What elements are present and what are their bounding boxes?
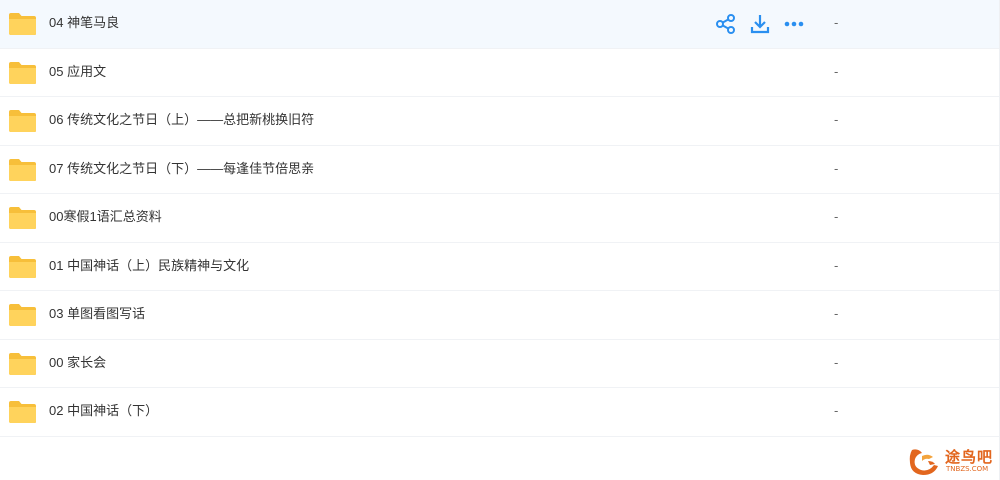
file-name[interactable]: 01 中国神话（上）民族精神与文化 [49, 258, 249, 274]
more-icon[interactable] [783, 13, 805, 35]
file-size: - [834, 354, 839, 370]
file-list: 04 神笔马良 - 05 应用文 - 06 传统文化之节日（上）——总把新桃换旧… [0, 0, 1000, 437]
file-name[interactable]: 05 应用文 [49, 64, 106, 80]
file-name[interactable]: 06 传统文化之节日（上）——总把新桃换旧符 [49, 112, 314, 128]
file-row[interactable]: 04 神笔马良 - [0, 0, 1000, 49]
file-size: - [834, 306, 839, 321]
file-name[interactable]: 00寒假1语汇总资料 [49, 209, 162, 225]
folder-icon [9, 401, 36, 423]
file-size: - [834, 209, 839, 224]
file-size: - [834, 112, 839, 127]
file-name[interactable]: 04 神笔马良 [49, 15, 119, 31]
folder-icon [9, 207, 36, 229]
watermark-domain: TNBZS.COM [946, 465, 989, 473]
file-row[interactable]: 05 应用文 - [0, 49, 1000, 97]
file-row[interactable]: 06 传统文化之节日（上）——总把新桃换旧符 - [0, 97, 1000, 146]
file-name[interactable]: 00 家长会 [49, 355, 106, 371]
file-row[interactable]: 02 中国神话（下） - [0, 388, 1000, 437]
file-row[interactable]: 07 传统文化之节日（下）——每逢佳节倍思亲 - [0, 146, 1000, 194]
file-size: - [834, 257, 839, 273]
folder-icon [9, 13, 36, 35]
file-size: - [834, 160, 839, 176]
folder-icon [9, 304, 36, 326]
file-name[interactable]: 03 单图看图写话 [49, 306, 145, 322]
share-icon[interactable] [715, 13, 737, 35]
file-name[interactable]: 02 中国神话（下） [49, 403, 158, 419]
folder-icon [9, 255, 36, 278]
file-row[interactable]: 01 中国神话（上）民族精神与文化 - [0, 243, 1000, 291]
watermark-logo: 途鸟吧 TNBZS.COM [908, 444, 996, 476]
folder-icon [9, 110, 36, 132]
file-size: - [834, 15, 839, 30]
download-icon[interactable] [749, 13, 771, 35]
file-size: - [834, 403, 839, 418]
file-name[interactable]: 07 传统文化之节日（下）——每逢佳节倍思亲 [49, 161, 314, 177]
folder-icon [9, 352, 36, 375]
file-size: - [834, 63, 839, 79]
bird-logo-icon [909, 449, 938, 475]
file-row[interactable]: 00寒假1语汇总资料 - [0, 194, 1000, 243]
folder-icon [9, 61, 36, 84]
file-row[interactable]: 03 单图看图写话 - [0, 291, 1000, 340]
file-row[interactable]: 00 家长会 - [0, 340, 1000, 388]
folder-icon [9, 158, 36, 181]
watermark-name: 途鸟吧 [945, 449, 994, 466]
